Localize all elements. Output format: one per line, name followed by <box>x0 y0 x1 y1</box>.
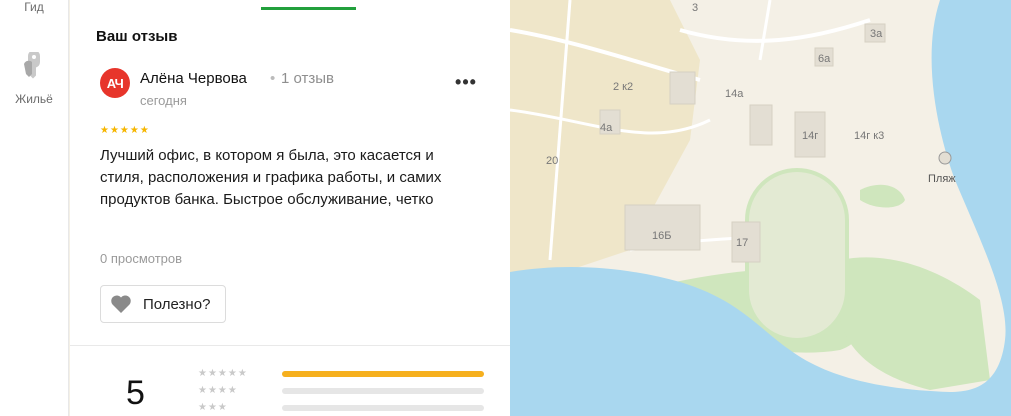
review-rating-stars: ★★★★★ <box>100 125 150 136</box>
beach-icon[interactable] <box>938 151 952 165</box>
map-label: 6а <box>818 53 831 65</box>
divider <box>70 345 510 346</box>
avatar[interactable]: АЧ <box>100 68 130 98</box>
rating-value: 5 <box>126 374 145 412</box>
map-label-beach[interactable]: Пляж <box>928 173 956 185</box>
useful-label: Полезно? <box>143 295 211 313</box>
review-panel: Ваш отзыв АЧ Алёна Червова • 1 отзыв сег… <box>70 0 510 416</box>
review-date: сегодня <box>140 93 187 108</box>
map-label: 16Б <box>652 230 671 242</box>
more-options-button[interactable]: ••• <box>450 70 482 96</box>
map-label: 2 к2 <box>613 81 633 93</box>
map-label: 3а <box>870 28 883 40</box>
map-label: 4а <box>600 122 613 134</box>
building <box>749 104 773 146</box>
building <box>669 71 696 105</box>
rail-item-housing-label: Жильё <box>15 92 53 106</box>
distribution-stars: ★★★★★ <box>198 368 248 379</box>
map-label: 20 <box>546 155 558 167</box>
distribution-bar-track <box>282 371 484 377</box>
map-canvas[interactable]: 3 3а 6а 2 к2 14а 4а 14г 14г к3 20 16Б 17… <box>510 0 1011 416</box>
active-tab-indicator <box>261 7 356 10</box>
rail-item-guide-label: Гид <box>24 0 44 14</box>
review-text: Лучший офис, в котором я была, это касае… <box>100 147 442 208</box>
map-label: 14г <box>802 130 818 142</box>
map-label: 3 <box>692 2 698 14</box>
map-label: 17 <box>736 237 748 249</box>
map-view[interactable]: 3 3а 6а 2 к2 14а 4а 14г 14г к3 20 16Б 17… <box>510 0 1011 416</box>
useful-button[interactable]: Полезно? <box>100 285 226 323</box>
map-label: 14а <box>725 88 744 100</box>
views-count: 0 просмотров <box>100 251 183 266</box>
author-review-count[interactable]: 1 отзыв <box>281 70 334 87</box>
map-label: 14г к3 <box>854 130 884 142</box>
distribution-stars: ★★★ <box>198 402 228 413</box>
stadium <box>745 168 849 342</box>
rail-item-housing[interactable]: Жильё <box>0 92 68 106</box>
distribution-bar-track <box>282 388 484 394</box>
section-title: Ваш отзыв <box>96 28 178 45</box>
rail-item-guide[interactable]: Гид <box>0 0 68 14</box>
left-rail: Гид Жильё <box>0 0 69 416</box>
distribution-bar-track <box>282 405 484 411</box>
separator-dot: • <box>270 70 276 87</box>
author-name[interactable]: Алёна Червова <box>140 70 247 87</box>
housing-icon <box>24 52 40 79</box>
building <box>624 204 701 251</box>
distribution-stars: ★★★★ <box>198 385 238 396</box>
distribution-bar-fill <box>282 371 484 377</box>
heart-icon <box>111 295 131 313</box>
